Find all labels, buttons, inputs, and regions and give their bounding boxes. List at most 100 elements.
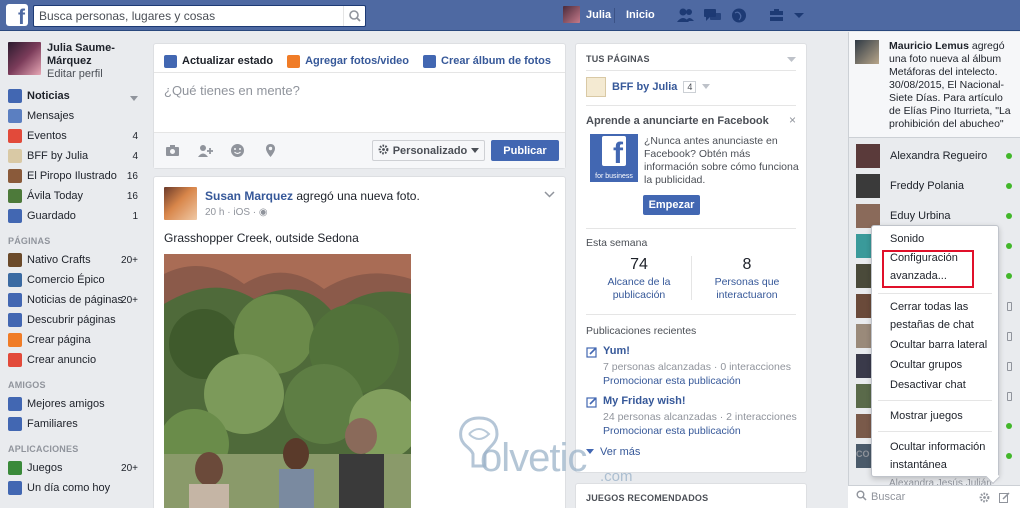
- profile-avatar[interactable]: [8, 42, 41, 75]
- chat-search-input[interactable]: [871, 491, 971, 503]
- tab-create-album-label: Crear álbum de fotos: [441, 55, 552, 67]
- promote-post-link[interactable]: Promocionar esta publicación: [603, 375, 741, 387]
- recent-post-stats: 24 personas alcanzadas · 2 interacciones: [603, 411, 797, 423]
- post-text: Grasshopper Creek, outside Sedona: [164, 231, 359, 245]
- profile-block[interactable]: Julia Saume-Márquez Editar perfil: [0, 32, 150, 86]
- compose-icon[interactable]: [999, 492, 1010, 506]
- chat-contact[interactable]: Freddy Polania: [849, 172, 1020, 200]
- publish-button[interactable]: Publicar: [491, 140, 559, 161]
- left-sidebar: Julia Saume-Márquez Editar perfil Notici…: [0, 32, 150, 498]
- menu-item-sound[interactable]: Sonido: [890, 230, 994, 248]
- sidebar-item-label: Mensajes: [27, 110, 75, 122]
- sidebar-item-label: Mejores amigos: [27, 398, 105, 410]
- ticker-story: Mauricio Lemus agregó una foto nueva al …: [889, 40, 1017, 131]
- sidebar-item[interactable]: BFF by Julia 4: [0, 146, 150, 166]
- avatar: [856, 144, 880, 168]
- sidebar-item[interactable]: Familiares: [0, 414, 150, 434]
- sidebar-item-label: Noticias de páginas: [27, 294, 124, 306]
- audience-icon[interactable]: ◉: [259, 207, 268, 218]
- sidebar-item[interactable]: Guardado 1: [0, 206, 150, 226]
- page-item[interactable]: BFF by Julia 4: [586, 77, 711, 97]
- people-stat[interactable]: 8 Personas que interactuaron: [694, 256, 800, 302]
- search-input[interactable]: [34, 6, 334, 26]
- recent-post-title[interactable]: My Friday wish!: [603, 395, 686, 407]
- globe-icon[interactable]: [730, 7, 749, 24]
- reach-stat[interactable]: 74 Alcance de la publicación: [586, 256, 692, 302]
- sidebar-item[interactable]: Mensajes: [0, 106, 150, 126]
- post-time[interactable]: 20 h: [205, 207, 224, 218]
- chevron-down-icon[interactable]: [787, 54, 796, 66]
- caret-down-icon[interactable]: [702, 81, 711, 93]
- star-icon: [8, 397, 22, 411]
- menu-item-show-games[interactable]: Mostrar juegos: [890, 407, 994, 425]
- privacy-select[interactable]: Personalizado: [372, 140, 485, 161]
- menu-item-hide-sidebar[interactable]: Ocultar barra lateral: [890, 336, 994, 354]
- edit-profile-link[interactable]: Editar perfil: [47, 68, 147, 81]
- see-more-link[interactable]: Ver más: [586, 446, 640, 458]
- facebook-logo-icon[interactable]: f: [6, 4, 28, 28]
- friends-icon[interactable]: [676, 7, 695, 24]
- sidebar-item[interactable]: Noticias: [0, 86, 150, 106]
- recent-posts-heading: Publicaciones recientes: [586, 325, 697, 337]
- profile-name[interactable]: Julia Saume-Márquez: [47, 42, 147, 68]
- chat-contact[interactable]: Alexandra Regueiro: [849, 142, 1020, 170]
- sidebar-item[interactable]: Juegos 20+: [0, 458, 150, 478]
- sidebar-item[interactable]: Mejores amigos: [0, 394, 150, 414]
- post-action-text: agregó una nueva foto.: [293, 189, 420, 203]
- group-icon: [8, 189, 22, 203]
- tag-friends-icon[interactable]: [197, 143, 213, 158]
- menu-item-turn-off-chat[interactable]: Desactivar chat: [890, 376, 994, 394]
- sidebar-item-label: Crear anuncio: [27, 354, 97, 366]
- search-icon[interactable]: [343, 6, 365, 26]
- chevron-down-icon[interactable]: [544, 189, 555, 201]
- caret-down-icon[interactable]: [130, 93, 138, 105]
- status-input[interactable]: [164, 83, 554, 113]
- sidebar-item[interactable]: El Piropo Ilustrado 16: [0, 166, 150, 186]
- apps-heading[interactable]: APLICACIONES: [0, 434, 150, 458]
- people-label: Personas que interactuaron: [714, 276, 780, 301]
- location-icon[interactable]: [263, 143, 278, 158]
- sidebar-item[interactable]: Un día como hoy: [0, 478, 150, 498]
- promote-post-link[interactable]: Promocionar esta publicación: [603, 425, 741, 437]
- page-name[interactable]: BFF by Julia: [612, 81, 677, 93]
- page-icon: [8, 273, 22, 287]
- ticker-author[interactable]: Mauricio Lemus: [889, 40, 969, 52]
- sidebar-item[interactable]: Ávila Today 16: [0, 186, 150, 206]
- feeling-icon[interactable]: [230, 143, 245, 158]
- sidebar-item[interactable]: Comercio Épico: [0, 270, 150, 290]
- post-photo[interactable]: [164, 254, 411, 508]
- menu-item-hide-groups[interactable]: Ocultar grupos: [890, 356, 994, 374]
- avatar: [563, 6, 580, 23]
- start-button[interactable]: Empezar: [643, 195, 700, 215]
- chat-contact-name: Freddy Polania: [890, 180, 964, 192]
- close-icon[interactable]: ×: [789, 113, 796, 127]
- messages-icon[interactable]: [703, 7, 722, 24]
- search-box[interactable]: [33, 5, 366, 27]
- post-author-link[interactable]: Susan Marquez: [205, 189, 293, 203]
- chevron-down-icon[interactable]: [793, 11, 805, 23]
- recent-post-title[interactable]: Yum!: [603, 345, 630, 357]
- online-status-icon: [1006, 243, 1012, 249]
- sidebar-item[interactable]: Crear anuncio: [0, 350, 150, 370]
- sidebar-item[interactable]: Eventos 4: [0, 126, 150, 146]
- pages-heading[interactable]: PÁGINAS: [0, 226, 150, 250]
- sidebar-item[interactable]: Crear página: [0, 330, 150, 350]
- top-user-link[interactable]: Julia: [563, 6, 611, 23]
- home-link[interactable]: Inicio: [626, 9, 655, 21]
- privacy-icon[interactable]: [768, 8, 785, 26]
- camera-icon[interactable]: [165, 143, 180, 158]
- clock-icon: [8, 481, 22, 495]
- tab-update-status[interactable]: Actualizar estado: [164, 54, 273, 68]
- your-pages-panel: TUS PÁGINAS BFF by Julia 4 Aprende a anu…: [575, 43, 807, 473]
- tab-add-photos[interactable]: Agregar fotos/video: [287, 54, 409, 68]
- menu-item-hide-instant-info[interactable]: Ocultar información instantánea: [890, 438, 994, 474]
- avatar[interactable]: [164, 187, 197, 220]
- sidebar-item[interactable]: Nativo Crafts 20+: [0, 250, 150, 270]
- menu-item-close-all-tabs[interactable]: Cerrar todas las pestañas de chat: [890, 298, 994, 334]
- gear-icon[interactable]: [979, 492, 990, 506]
- sidebar-item[interactable]: Noticias de páginas 20+: [0, 290, 150, 310]
- tab-create-album[interactable]: Crear álbum de fotos: [423, 54, 552, 68]
- ticker[interactable]: Mauricio Lemus agregó una foto nueva al …: [849, 32, 1020, 138]
- friends-heading[interactable]: AMIGOS: [0, 370, 150, 394]
- sidebar-item[interactable]: Descubrir páginas: [0, 310, 150, 330]
